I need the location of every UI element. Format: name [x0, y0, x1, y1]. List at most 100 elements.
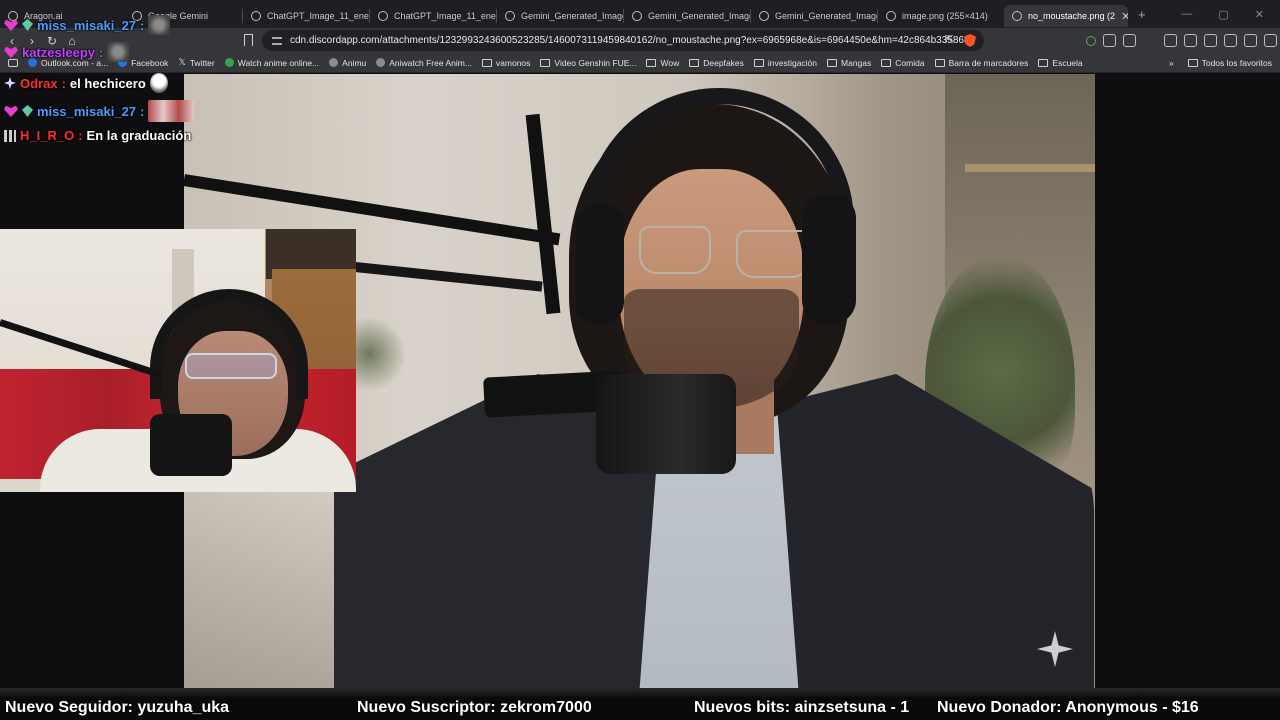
globe-icon: [251, 11, 261, 21]
chat-separator: :: [99, 44, 104, 60]
music-icon[interactable]: [1184, 34, 1197, 47]
x-logo-icon: 𝕏: [178, 57, 186, 67]
aniwatch-icon: [376, 58, 386, 67]
emote-icon: [148, 15, 171, 35]
close-window-button[interactable]: ✕: [1255, 8, 1264, 21]
folder-icon: [881, 58, 892, 67]
folder-icon: [481, 58, 492, 67]
globe-icon: [378, 11, 388, 21]
microphone: [596, 374, 736, 474]
chat-separator: :: [140, 17, 145, 33]
viewer-right-background: [1095, 74, 1280, 688]
chat-message: H_I_R_O : En la graduación: [4, 128, 191, 143]
address-bar[interactable]: cdn.discordapp.com/attachments/123299324…: [262, 30, 984, 51]
chat-separator: :: [78, 128, 83, 143]
bookmark-folder-genshin[interactable]: Video Genshin FUE...: [540, 58, 636, 68]
bookmark-folder-wow[interactable]: Wow: [646, 58, 679, 68]
bookmarks-right: » Todos los favoritos: [1169, 53, 1272, 73]
stream-scene: Aragon.ai Google Gemini ChatGPT_Image_11…: [0, 0, 1280, 720]
subscriber-badge-icon: [4, 19, 18, 31]
extensions-area: [1086, 28, 1280, 53]
folder-icon: [753, 58, 764, 67]
bookmark-icon[interactable]: [244, 34, 253, 46]
url-text: cdn.discordapp.com/attachments/123299324…: [290, 35, 974, 46]
screenshot-icon[interactable]: [1123, 34, 1136, 47]
chat-text: el hechicero: [69, 75, 146, 91]
webcam-overlay: [0, 229, 356, 492]
chat-message: miss_misaki_27 :: [4, 100, 195, 122]
extension-icon[interactable]: [1103, 34, 1116, 47]
subscriber-badge-icon: [4, 105, 18, 117]
alerts-ticker: Nuevo Seguidor: yuzuha_uka Nuevo Suscrip…: [0, 698, 1280, 720]
shield-icon[interactable]: [1264, 34, 1277, 47]
globe-icon: [505, 11, 515, 21]
webcam-microphone: [150, 414, 232, 476]
globe-icon: [632, 11, 642, 21]
globe-icon: [329, 58, 339, 67]
emote-icon: [148, 100, 195, 122]
bookmark-folder-deepfakes[interactable]: Deepfakes: [689, 58, 744, 68]
globe-icon: [1012, 11, 1022, 21]
window-controls: — ▢ ✕: [1181, 8, 1280, 21]
folder-icon: [1038, 58, 1049, 67]
tab-gemini-image-1[interactable]: Gemini_Generated_Image: [497, 5, 623, 27]
close-tab-icon[interactable]: ✕: [1121, 10, 1128, 23]
chat-username: miss_misaki_27: [37, 17, 137, 33]
new-tab-button[interactable]: +: [1138, 7, 1146, 22]
chat-message: miss_misaki_27 :: [4, 15, 171, 35]
folder-icon: [827, 58, 838, 67]
share-icon[interactable]: ⇱: [945, 33, 954, 46]
vpn-icon[interactable]: [1086, 35, 1096, 46]
headphone-right-cup: [802, 194, 856, 324]
chat-username: H_I_R_O: [20, 128, 75, 143]
tab-image-png[interactable]: image.png (255×414): [878, 5, 1004, 27]
globe-icon: [886, 11, 896, 21]
folder-icon: [646, 58, 657, 67]
download-icon[interactable]: [1164, 34, 1177, 47]
tab-gemini-image-3[interactable]: Gemini_Generated_Image: [751, 5, 877, 27]
bookmark-folder-mangas[interactable]: Mangas: [827, 58, 871, 68]
all-bookmarks-folder[interactable]: Todos los favoritos: [1187, 58, 1272, 68]
bookmark-folder-escuela[interactable]: Escuela: [1038, 58, 1083, 68]
browser-tab-bar: Aragon.ai Google Gemini ChatGPT_Image_11…: [0, 0, 1280, 28]
bookmark-twitter[interactable]: 𝕏 Twitter: [178, 57, 214, 68]
anime-site-icon: [224, 58, 234, 67]
tab-chatgpt-image-2[interactable]: ChatGPT_Image_11_ene_2: [370, 5, 496, 27]
chat-username: katzesleepy: [22, 44, 95, 60]
gem-badge-icon: [22, 105, 33, 117]
chat-message: Odrax : el hechicero: [4, 73, 168, 93]
bookmark-folder-barra[interactable]: Barra de marcadores: [934, 58, 1028, 68]
emote-icon: [107, 42, 130, 62]
bookmarks-bar: Outlook.com - a... Facebook 𝕏 Twitter Wat…: [0, 53, 1280, 73]
site-settings-icon[interactable]: [272, 36, 282, 45]
headphone-left-cup: [576, 204, 624, 324]
ticker-subscriber: Nuevo Suscriptor: zekrom7000: [357, 699, 592, 716]
maximize-button[interactable]: ▢: [1218, 8, 1228, 21]
minimize-button[interactable]: —: [1181, 8, 1192, 21]
ticker-bits: Nuevos bits: ainzsetsuna - 1: [694, 699, 910, 716]
bits-badge-icon: [4, 129, 16, 142]
tab-chatgpt-image-1[interactable]: ChatGPT_Image_11_ene_2: [243, 5, 369, 27]
tab-gemini-image-2[interactable]: Gemini_Generated_Image: [624, 5, 750, 27]
leo-ai-icon[interactable]: [1244, 34, 1257, 47]
wallet-icon[interactable]: [1224, 34, 1237, 47]
bookmark-aniwatch[interactable]: Aniwatch Free Anim...: [376, 58, 472, 68]
taskbar-strip: [0, 688, 1280, 698]
tab-no-moustache[interactable]: no_moustache.png (2 ✕: [1004, 5, 1128, 27]
gem-badge-icon: [22, 19, 33, 31]
chat-separator: :: [140, 103, 145, 119]
bookmark-folder-comida[interactable]: Comida: [881, 58, 925, 68]
browser-toolbar: ‹ › ↻ ⌂ cdn.discordapp.com/attachments/1…: [0, 28, 1280, 53]
chat-message: katzesleepy :: [4, 42, 130, 62]
chat-username: miss_misaki_27: [37, 103, 137, 119]
bookmark-watch-anime[interactable]: Watch anime online...: [224, 58, 319, 68]
shelf-board: [965, 164, 1095, 172]
sidebar-icon[interactable]: [1204, 34, 1217, 47]
bookmark-folder-investigacion[interactable]: investigación: [753, 58, 817, 68]
chat-username: Odrax: [20, 75, 58, 91]
bookmark-animu[interactable]: Animu: [329, 58, 366, 68]
bookmark-folder-vamonos[interactable]: vamonos: [481, 58, 530, 68]
more-bookmarks-button[interactable]: »: [1169, 58, 1174, 68]
folder-icon: [934, 58, 945, 67]
folder-icon: [689, 58, 700, 67]
